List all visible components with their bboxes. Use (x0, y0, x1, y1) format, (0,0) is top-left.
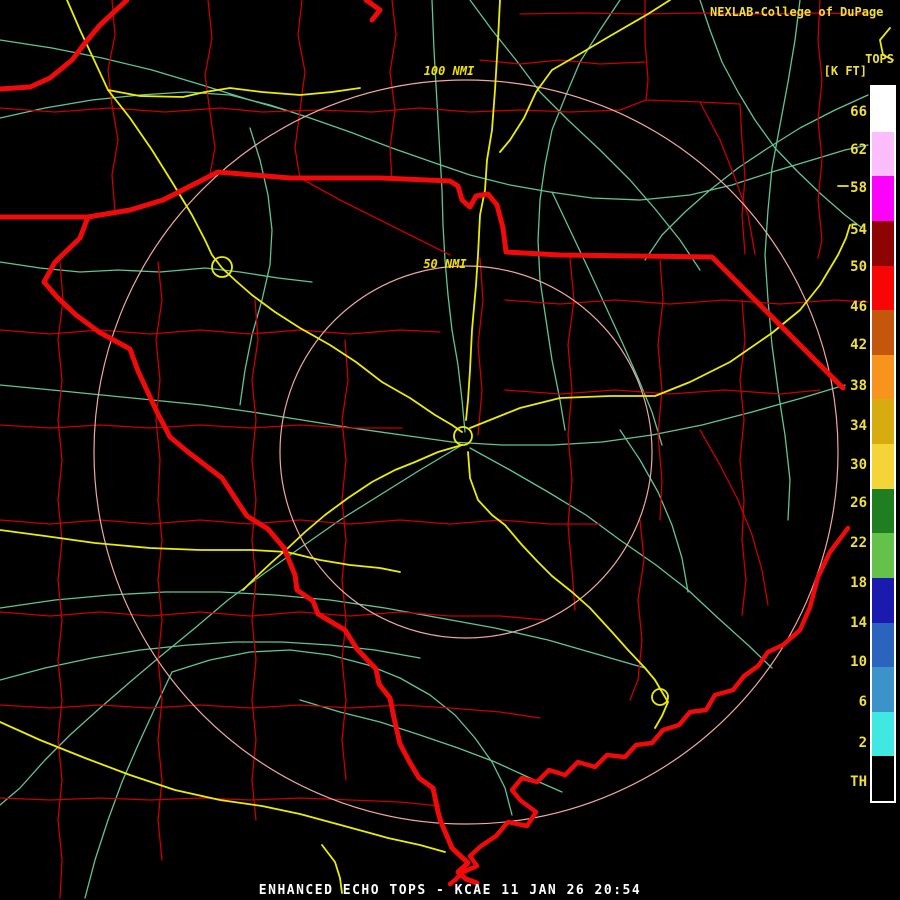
green-road (469, 447, 773, 669)
yellow-highway (242, 444, 463, 591)
yellow-highway (467, 451, 669, 729)
county-line (629, 519, 645, 701)
county-line (567, 257, 576, 611)
scale-band (872, 577, 894, 623)
green-road (0, 91, 869, 201)
scale-band (872, 354, 894, 400)
green-road (171, 649, 513, 816)
state-border (363, 0, 383, 23)
county-line (251, 299, 259, 821)
green-road (0, 39, 293, 113)
range-ring (279, 265, 653, 639)
site-title: NEXLAB-College of DuPage (710, 5, 884, 19)
state-border (0, 169, 846, 391)
radar-map (0, 0, 894, 899)
county-line (107, 0, 119, 213)
county-line (0, 329, 441, 335)
scale-band (872, 399, 894, 444)
radar-viewer: NEXLAB-College of DuPage TOPS [K FT] 66 6… (0, 0, 900, 900)
scale-band (872, 220, 894, 266)
scale-band (872, 667, 894, 712)
county-line (699, 101, 756, 255)
scale-band (872, 87, 894, 132)
coastline (447, 525, 851, 887)
yellow-highway (66, 0, 463, 433)
range-ring (93, 79, 839, 825)
green-road (0, 384, 846, 446)
county-line (0, 611, 546, 621)
scale-band (872, 131, 894, 177)
product-caption: ENHANCED ECHO TOPS - KCAE 11 JAN 26 20:5… (258, 883, 642, 898)
green-road (239, 127, 273, 406)
county-line (657, 259, 664, 521)
scale-title: TOPS (865, 52, 894, 66)
county-line (817, 0, 823, 259)
county-line (57, 261, 64, 899)
county-line (389, 0, 397, 181)
scale-band (872, 533, 894, 578)
county-line (155, 261, 163, 861)
state-border (0, 0, 130, 92)
green-road (699, 0, 863, 229)
county-line (0, 704, 541, 719)
county-line (294, 0, 306, 179)
county-line (739, 299, 747, 616)
scale-band (872, 711, 894, 757)
yellow-highway (465, 0, 501, 421)
green-road (537, 0, 621, 431)
scale-band (872, 265, 894, 311)
scale-band (872, 444, 894, 489)
county-line (299, 177, 451, 256)
green-road (619, 429, 689, 593)
yellow-highway (0, 721, 446, 853)
green-road (764, 0, 801, 521)
scale-units-label: [K FT] (823, 64, 867, 78)
range-ring-label-50nmi: 50 NMI (423, 257, 467, 271)
county-line (504, 299, 869, 305)
range-ring-label-100nmi: 100 NMI (423, 64, 475, 78)
scale-band (872, 488, 894, 534)
color-scale-bar (870, 85, 896, 803)
county-line (0, 519, 601, 525)
scale-band (872, 622, 894, 668)
county-line (699, 429, 769, 606)
scale-band (872, 310, 894, 355)
scale-band (872, 756, 894, 801)
scale-band (872, 176, 894, 221)
green-road (551, 191, 663, 446)
county-line (477, 257, 484, 436)
